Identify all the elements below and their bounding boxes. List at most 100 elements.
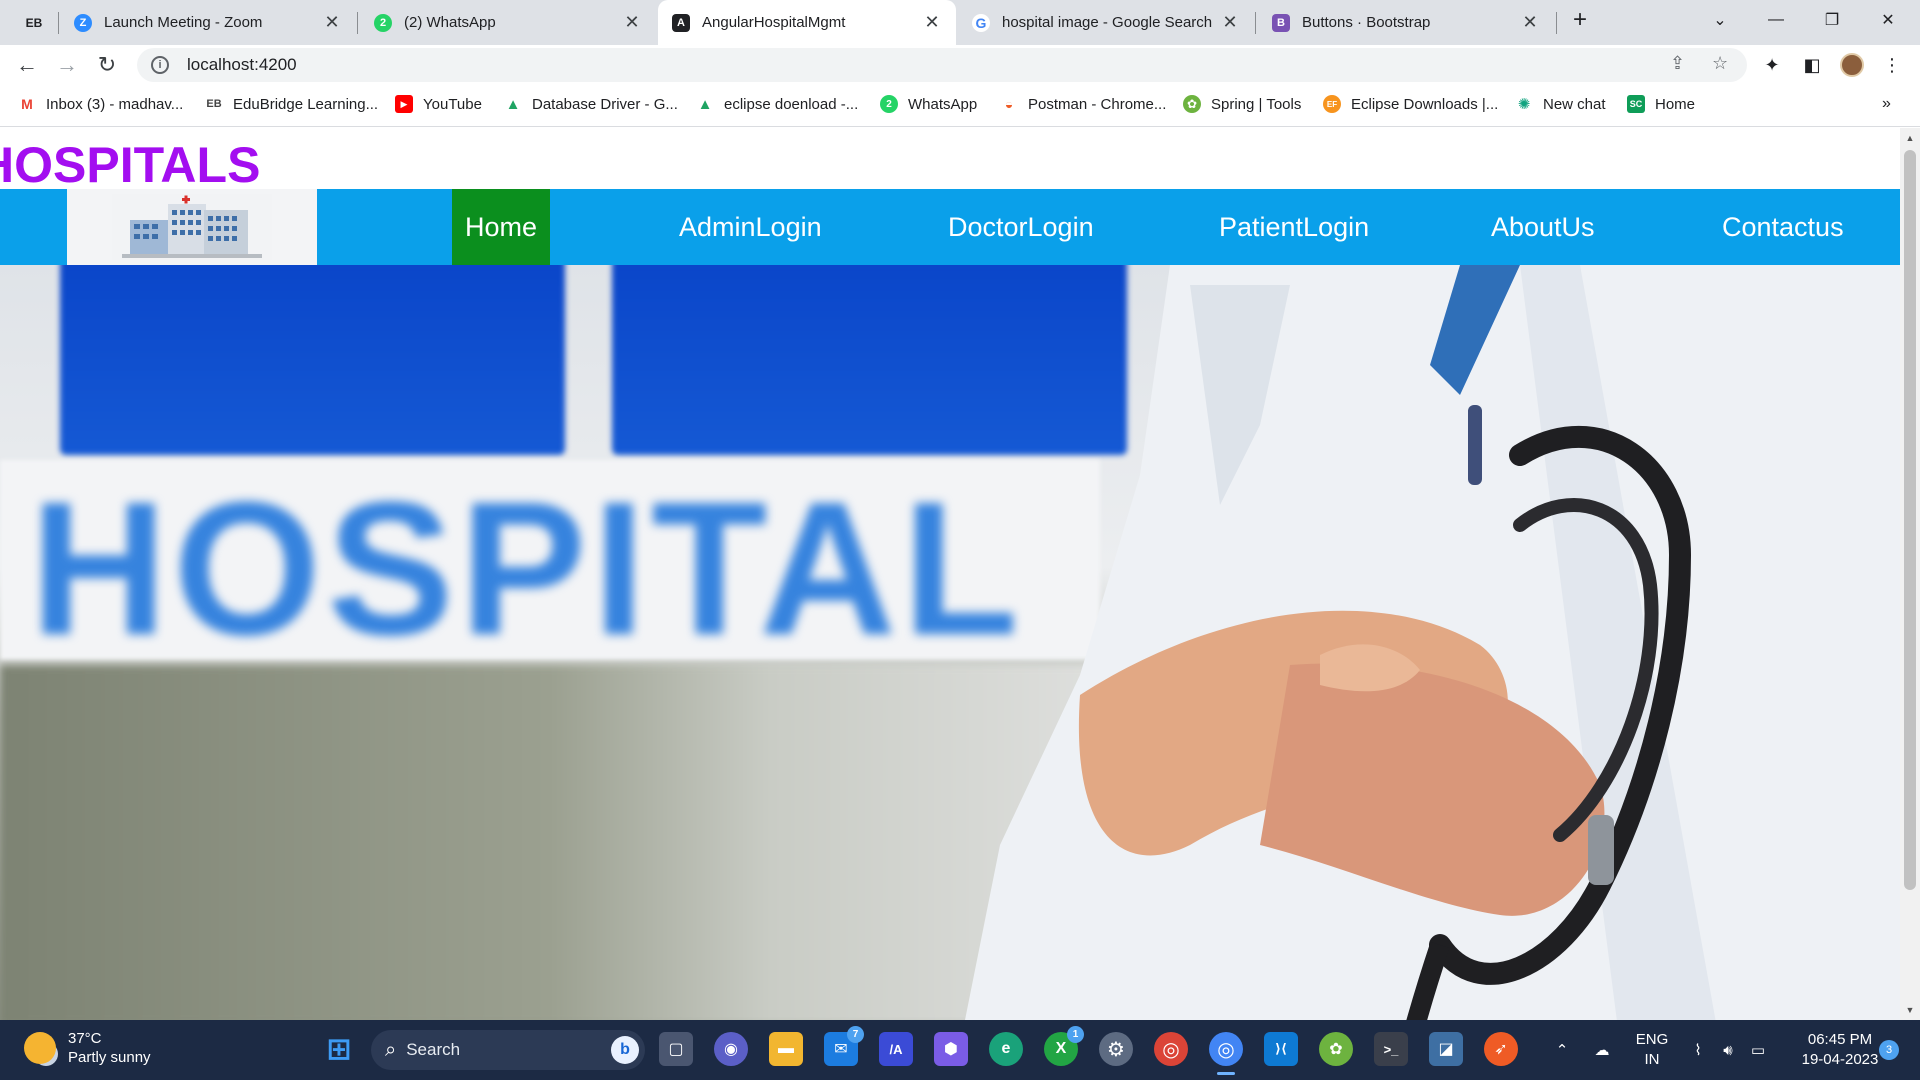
nav-home[interactable]: Home (452, 189, 551, 265)
bookmark-edubridge[interactable]: EB EduBridge Learning... (205, 95, 378, 113)
tab-zoom[interactable]: Z Launch Meeting - Zoom ✕ (60, 0, 356, 45)
tab-angular-hospital[interactable]: A AngularHospitalMgmt ✕ (658, 0, 956, 45)
mail-icon[interactable]: ✉ 7 (824, 1026, 864, 1066)
clipchamp-icon[interactable]: ⬢ (934, 1032, 968, 1066)
partly-sunny-icon (24, 1032, 56, 1064)
chrome-icon[interactable]: ◎ (1154, 1032, 1188, 1066)
scroll-up-icon[interactable]: ▲ (1900, 130, 1920, 146)
bookmarks-overflow-icon[interactable]: » (1882, 95, 1891, 113)
language-indicator[interactable]: ENG IN (1628, 1020, 1676, 1080)
onedrive-icon[interactable]: ☁ (1588, 1020, 1616, 1080)
bookmark-youtube[interactable]: ▶ YouTube (395, 95, 482, 113)
side-panel-icon[interactable]: ◧ (1798, 51, 1826, 79)
notification-center[interactable]: 3 (1874, 1020, 1904, 1080)
weather-widget[interactable]: 37°C Partly sunny (24, 1029, 151, 1067)
xbox-badge: 1 (1067, 1026, 1084, 1043)
tab-title: Launch Meeting - Zoom (104, 14, 263, 31)
doctor-with-stethoscope-image (965, 265, 1900, 1020)
close-icon[interactable]: ✕ (922, 12, 942, 33)
volume-icon[interactable]: 🔊︎ (1714, 1020, 1742, 1080)
settings-icon[interactable]: ⚙ (1099, 1032, 1133, 1066)
profile-avatar[interactable] (1838, 51, 1866, 79)
forward-arrow-icon[interactable]: → (51, 49, 83, 81)
bookmark-new-chat[interactable]: ✺ New chat (1515, 95, 1606, 113)
tab-separator (1255, 12, 1256, 34)
bookmark-eclipse-downloads[interactable]: EF Eclipse Downloads |... (1323, 95, 1498, 113)
window-close-icon[interactable]: ✕ (1860, 0, 1916, 40)
share-icon[interactable]: ⇪ (1670, 53, 1685, 74)
battery-icon[interactable]: ▭ (1744, 1020, 1772, 1080)
page-viewport: HOSPITALS Home AdminLogin DoctorLogin Pa… (0, 128, 1900, 1020)
task-view-icon[interactable]: ▢ (659, 1032, 693, 1066)
region-code: IN (1644, 1051, 1660, 1068)
scroll-down-icon[interactable]: ▼ (1900, 1002, 1920, 1018)
xbox-icon[interactable]: X 1 (1044, 1026, 1084, 1066)
reload-icon[interactable]: ↻ (91, 49, 123, 81)
edge-icon[interactable]: e (989, 1032, 1023, 1066)
mysql-workbench-icon[interactable]: ◪ (1429, 1032, 1463, 1066)
hospital-logo[interactable] (67, 189, 317, 265)
bing-icon[interactable]: b (611, 1036, 639, 1064)
tab-bootstrap[interactable]: B Buttons · Bootstrap ✕ (1258, 0, 1554, 45)
show-hidden-icons-chevron-icon[interactable]: ⌃ (1550, 1020, 1574, 1080)
start-icon[interactable]: ⊞ (322, 1032, 356, 1066)
vscode-icon[interactable]: ⟩⟨ (1264, 1032, 1298, 1066)
bookmark-gmail[interactable]: M Inbox (3) - madhav... (18, 95, 183, 113)
nav-doctor-login[interactable]: DoctorLogin (935, 189, 1107, 265)
postman-icon[interactable]: ➶ (1484, 1032, 1518, 1066)
close-icon[interactable]: ✕ (322, 12, 342, 33)
chrome-menu-icon[interactable]: ⋮ (1878, 51, 1906, 79)
bookmark-home[interactable]: SC Home (1627, 95, 1695, 113)
tab-search-icon[interactable]: EB (14, 0, 54, 45)
minimize-icon[interactable]: — (1748, 0, 1804, 40)
sc-icon: SC (1627, 95, 1645, 113)
taskbar-search[interactable]: ⌕ Search b (371, 1030, 645, 1070)
new-tab-plus-icon[interactable]: + (1554, 0, 1606, 40)
restore-icon[interactable]: ❐ (1804, 0, 1860, 40)
zoom-icon: Z (74, 13, 92, 32)
bookmark-label: Postman - Chrome... (1028, 95, 1167, 113)
site-title: HOSPITALS (0, 137, 261, 193)
nav-contact-us[interactable]: Contactus (1709, 189, 1857, 265)
bookmark-star-icon[interactable]: ☆ (1712, 53, 1728, 74)
nav-admin-login[interactable]: AdminLogin (666, 189, 835, 265)
chrome-profile-icon[interactable]: ◎ (1209, 1032, 1243, 1075)
spring-tools-icon[interactable]: ✿ (1319, 1032, 1353, 1066)
wifi-icon[interactable]: ⌇ (1684, 1020, 1712, 1080)
hero-sign-text: HOSPITAL (30, 463, 1025, 675)
clock-text: 06:45 PM 19-04-2023 (1802, 1030, 1879, 1070)
eclipse-icon: EF (1323, 95, 1341, 113)
page-scrollbar[interactable]: ▲ ▼ (1900, 128, 1920, 1020)
chevron-down-icon[interactable]: ⌄ (1692, 0, 1748, 40)
bookmark-spring-tools[interactable]: ✿ Spring | Tools (1183, 95, 1301, 113)
browser-tab-strip: EB Z Launch Meeting - Zoom ✕ 2 (2) Whats… (0, 0, 1920, 45)
bookmark-whatsapp[interactable]: 2 WhatsApp (880, 95, 977, 113)
nav-about-us[interactable]: AboutUs (1478, 189, 1608, 265)
tab-separator (357, 12, 358, 34)
address-bar[interactable]: i localhost:4200 (137, 48, 1747, 82)
notification-badge: 3 (1879, 1040, 1899, 1060)
scroll-thumb[interactable] (1904, 150, 1916, 890)
whatsapp-icon: 2 (880, 95, 898, 113)
bookmark-postman[interactable]: ◒ Postman - Chrome... (1000, 95, 1166, 113)
tab-title: Buttons · Bootstrap (1302, 14, 1431, 31)
extensions-puzzle-icon[interactable]: ✦ (1758, 51, 1786, 79)
language-code: ENG (1635, 1031, 1669, 1048)
teams-chat-icon[interactable]: ◉ (714, 1032, 748, 1066)
url-text[interactable]: localhost:4200 (187, 55, 297, 75)
windows-taskbar: 37°C Partly sunny ⊞ ⌕ Search b ▢ ◉ ▬ ✉ 7… (0, 1020, 1920, 1080)
nav-patient-login[interactable]: PatientLogin (1206, 189, 1382, 265)
back-arrow-icon[interactable]: ← (11, 49, 43, 81)
tab-separator (58, 12, 59, 34)
close-icon[interactable]: ✕ (622, 12, 642, 33)
close-icon[interactable]: ✕ (1220, 12, 1240, 33)
bookmark-database-driver[interactable]: ▲ Database Driver - G... (504, 95, 678, 113)
close-icon[interactable]: ✕ (1520, 12, 1540, 33)
tab-google-search[interactable]: G hospital image - Google Search ✕ (958, 0, 1254, 45)
stylus-app-icon[interactable]: /A (879, 1032, 913, 1066)
tab-whatsapp[interactable]: 2 (2) WhatsApp ✕ (360, 0, 656, 45)
file-explorer-icon[interactable]: ▬ (769, 1032, 803, 1066)
site-info-icon[interactable]: i (151, 56, 169, 74)
bookmark-eclipse-download[interactable]: ▲ eclipse doenload -... (696, 95, 858, 113)
terminal-icon[interactable]: >_ (1374, 1032, 1408, 1066)
